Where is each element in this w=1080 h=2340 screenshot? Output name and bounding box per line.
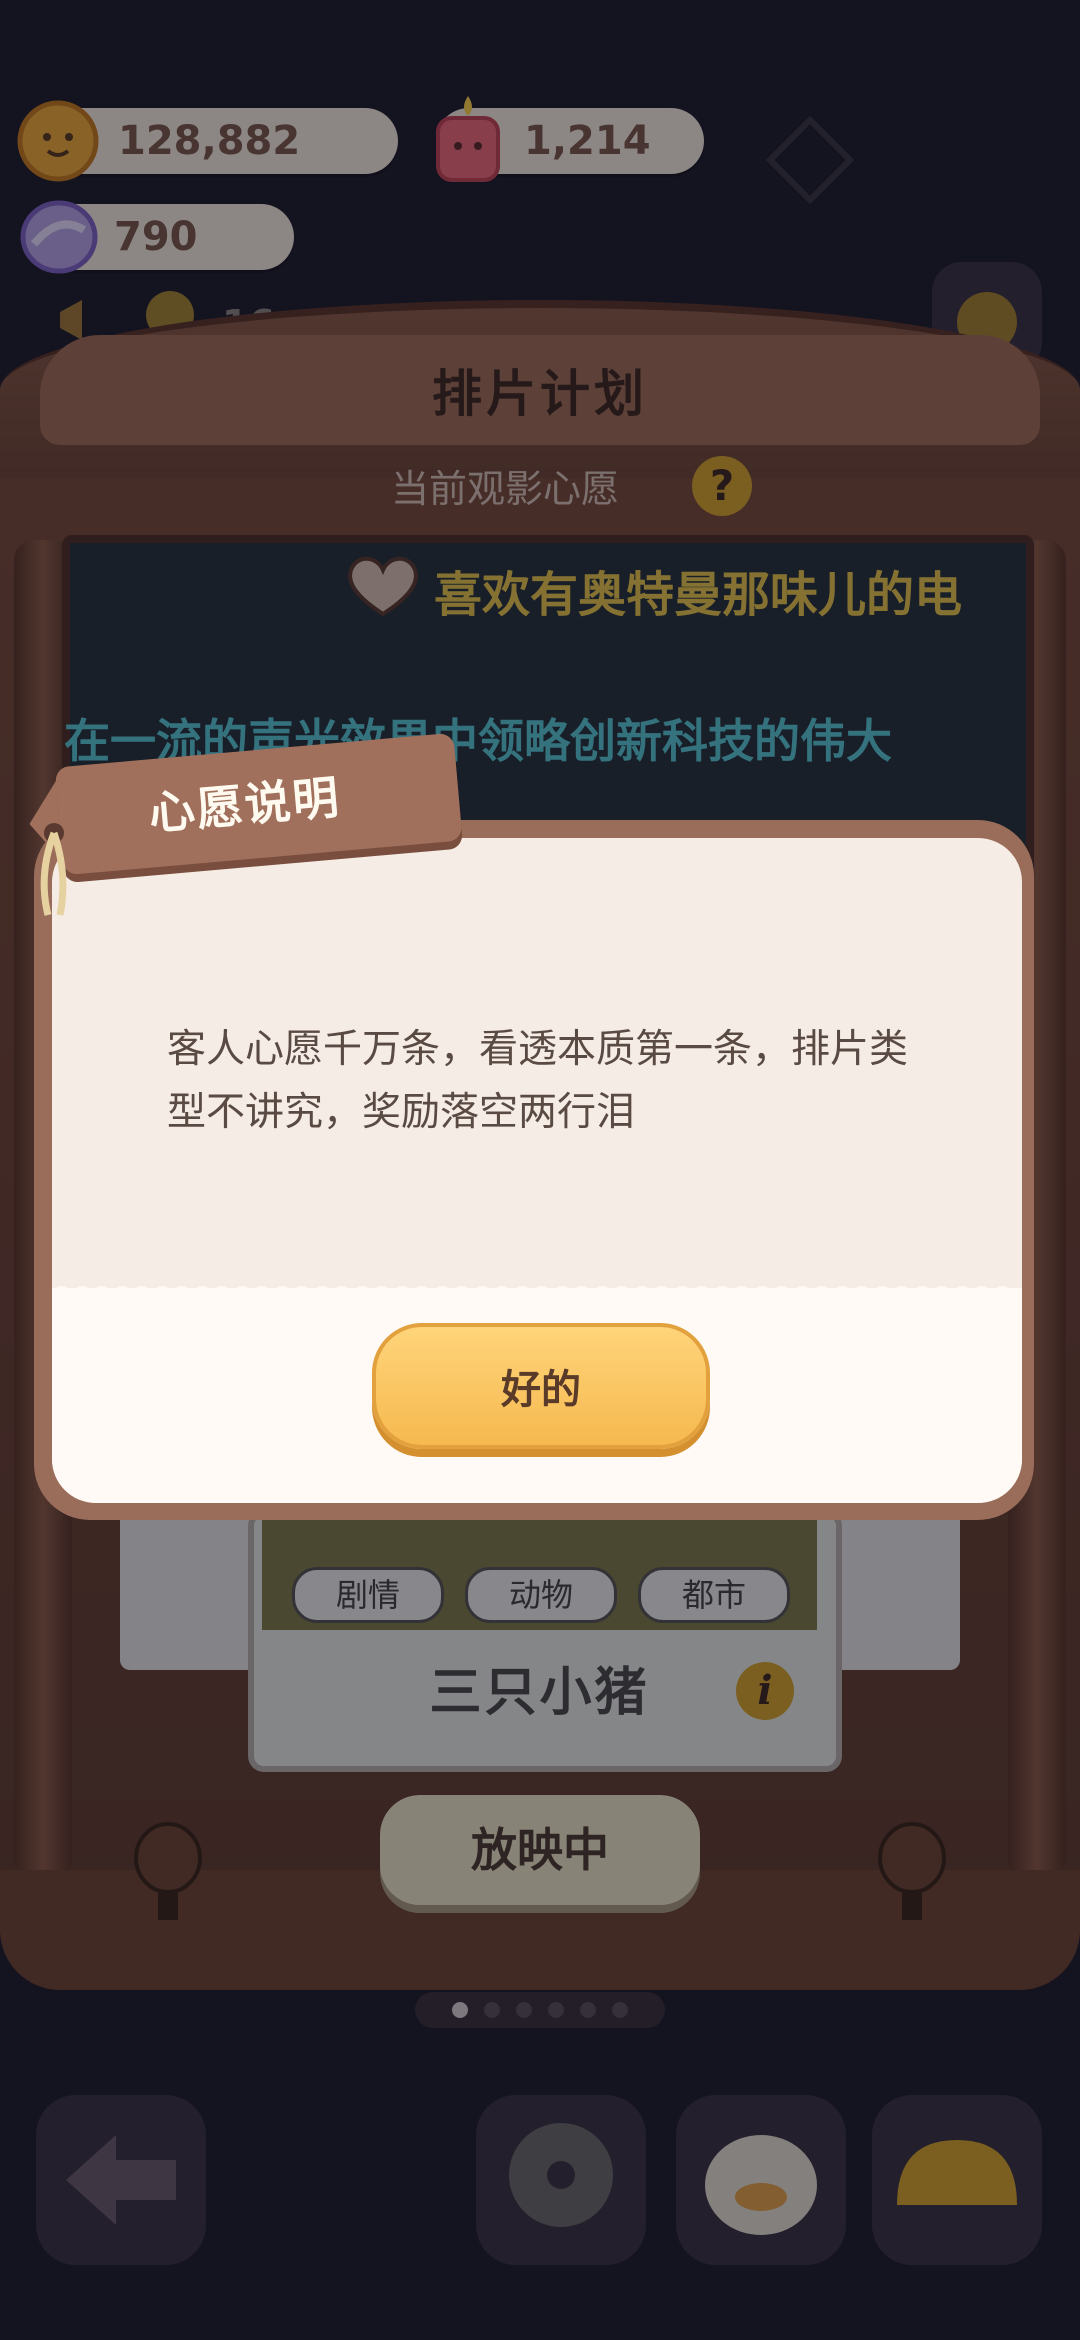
wish-explanation-dialog: 客人心愿千万条，看透本质第一条，排片类型不讲究，奖励落空两行泪 好的 (52, 838, 1022, 1503)
ok-button-label: 好的 (501, 1367, 581, 1413)
ok-button[interactable]: 好的 (372, 1323, 710, 1449)
dialog-wave-divider (52, 1286, 1022, 1292)
dialog-message: 客人心愿千万条，看透本质第一条，排片类型不讲究，奖励落空两行泪 (167, 1027, 909, 1135)
tag-string-icon (40, 823, 67, 916)
